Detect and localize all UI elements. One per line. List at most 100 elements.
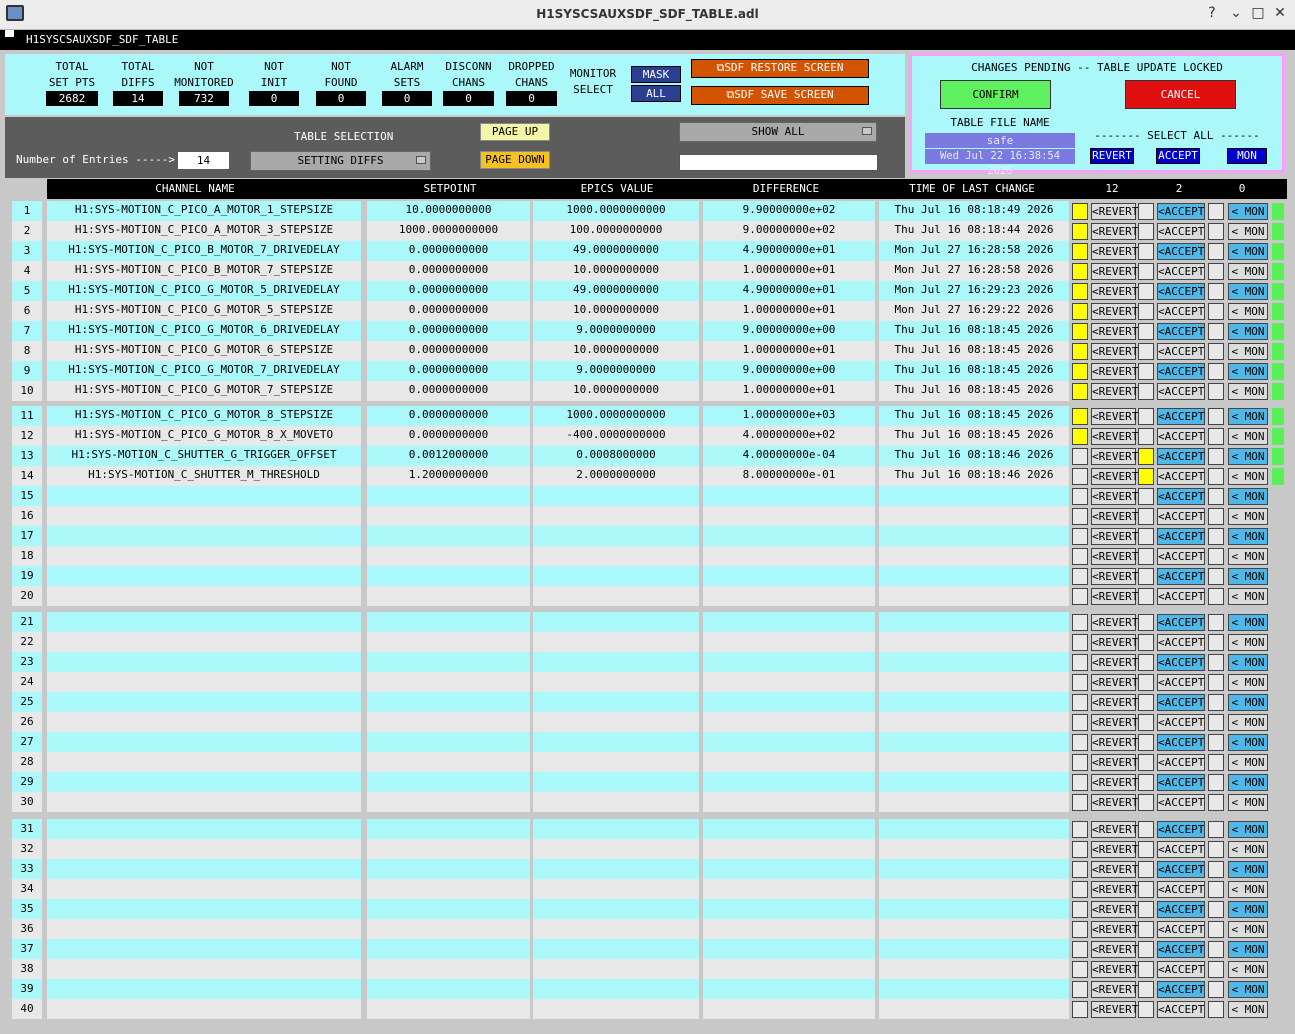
mon-checkbox[interactable] bbox=[1208, 614, 1224, 631]
revert-button[interactable]: <REVERT bbox=[1091, 754, 1138, 771]
accept-button[interactable]: <ACCEPT bbox=[1157, 714, 1205, 731]
revert-button[interactable]: <REVERT bbox=[1091, 243, 1138, 260]
revert-button[interactable]: <REVERT bbox=[1091, 881, 1138, 898]
revert-checkbox[interactable] bbox=[1072, 243, 1088, 260]
accept-button[interactable]: <ACCEPT bbox=[1157, 488, 1205, 505]
accept-checkbox[interactable] bbox=[1138, 468, 1154, 485]
revert-button[interactable]: <REVERT bbox=[1091, 283, 1138, 300]
select-all-accept-button[interactable]: ACCEPT bbox=[1156, 148, 1200, 164]
accept-button[interactable]: <ACCEPT bbox=[1157, 283, 1205, 300]
accept-button[interactable]: <ACCEPT bbox=[1157, 263, 1205, 280]
accept-checkbox[interactable] bbox=[1138, 203, 1154, 220]
mon-button[interactable]: < MON bbox=[1228, 468, 1268, 485]
revert-checkbox[interactable] bbox=[1072, 821, 1088, 838]
revert-checkbox[interactable] bbox=[1072, 528, 1088, 545]
accept-checkbox[interactable] bbox=[1138, 408, 1154, 425]
accept-button[interactable]: <ACCEPT bbox=[1157, 303, 1205, 320]
mon-button[interactable]: < MON bbox=[1228, 734, 1268, 751]
mask-button[interactable]: MASK bbox=[631, 66, 681, 83]
revert-checkbox[interactable] bbox=[1072, 614, 1088, 631]
mon-button[interactable]: < MON bbox=[1228, 861, 1268, 878]
accept-checkbox[interactable] bbox=[1138, 548, 1154, 565]
cancel-button[interactable]: CANCEL bbox=[1125, 80, 1236, 109]
mon-checkbox[interactable] bbox=[1208, 694, 1224, 711]
mon-button[interactable]: < MON bbox=[1228, 774, 1268, 791]
revert-checkbox[interactable] bbox=[1072, 203, 1088, 220]
accept-button[interactable]: <ACCEPT bbox=[1157, 428, 1205, 445]
accept-button[interactable]: <ACCEPT bbox=[1157, 654, 1205, 671]
revert-checkbox[interactable] bbox=[1072, 654, 1088, 671]
revert-checkbox[interactable] bbox=[1072, 881, 1088, 898]
mon-checkbox[interactable] bbox=[1208, 548, 1224, 565]
revert-checkbox[interactable] bbox=[1072, 383, 1088, 400]
revert-button[interactable]: <REVERT bbox=[1091, 714, 1138, 731]
accept-checkbox[interactable] bbox=[1138, 614, 1154, 631]
mon-checkbox[interactable] bbox=[1208, 568, 1224, 585]
revert-checkbox[interactable] bbox=[1072, 714, 1088, 731]
mon-checkbox[interactable] bbox=[1208, 203, 1224, 220]
accept-button[interactable]: <ACCEPT bbox=[1157, 734, 1205, 751]
mon-checkbox[interactable] bbox=[1208, 861, 1224, 878]
mon-button[interactable]: < MON bbox=[1228, 981, 1268, 998]
revert-checkbox[interactable] bbox=[1072, 981, 1088, 998]
revert-button[interactable]: <REVERT bbox=[1091, 263, 1138, 280]
mon-button[interactable]: < MON bbox=[1228, 343, 1268, 360]
revert-button[interactable]: <REVERT bbox=[1091, 1001, 1138, 1018]
accept-checkbox[interactable] bbox=[1138, 323, 1154, 340]
mon-button[interactable]: < MON bbox=[1228, 1001, 1268, 1018]
accept-checkbox[interactable] bbox=[1138, 794, 1154, 811]
mon-button[interactable]: < MON bbox=[1228, 203, 1268, 220]
revert-button[interactable]: <REVERT bbox=[1091, 694, 1138, 711]
accept-button[interactable]: <ACCEPT bbox=[1157, 841, 1205, 858]
accept-button[interactable]: <ACCEPT bbox=[1157, 448, 1205, 465]
mon-button[interactable]: < MON bbox=[1228, 821, 1268, 838]
mon-checkbox[interactable] bbox=[1208, 263, 1224, 280]
mon-checkbox[interactable] bbox=[1208, 488, 1224, 505]
mon-button[interactable]: < MON bbox=[1228, 508, 1268, 525]
mon-button[interactable]: < MON bbox=[1228, 841, 1268, 858]
revert-button[interactable]: <REVERT bbox=[1091, 734, 1138, 751]
mon-button[interactable]: < MON bbox=[1228, 363, 1268, 380]
accept-checkbox[interactable] bbox=[1138, 263, 1154, 280]
accept-button[interactable]: <ACCEPT bbox=[1157, 674, 1205, 691]
accept-button[interactable]: <ACCEPT bbox=[1157, 1001, 1205, 1018]
revert-checkbox[interactable] bbox=[1072, 861, 1088, 878]
accept-button[interactable]: <ACCEPT bbox=[1157, 881, 1205, 898]
mon-button[interactable]: < MON bbox=[1228, 303, 1268, 320]
revert-button[interactable]: <REVERT bbox=[1091, 614, 1138, 631]
revert-button[interactable]: <REVERT bbox=[1091, 303, 1138, 320]
mon-checkbox[interactable] bbox=[1208, 448, 1224, 465]
mon-checkbox[interactable] bbox=[1208, 794, 1224, 811]
mon-checkbox[interactable] bbox=[1208, 323, 1224, 340]
accept-button[interactable]: <ACCEPT bbox=[1157, 694, 1205, 711]
revert-checkbox[interactable] bbox=[1072, 283, 1088, 300]
accept-button[interactable]: <ACCEPT bbox=[1157, 508, 1205, 525]
mon-checkbox[interactable] bbox=[1208, 881, 1224, 898]
select-all-revert-button[interactable]: REVERT bbox=[1090, 148, 1134, 164]
accept-checkbox[interactable] bbox=[1138, 774, 1154, 791]
revert-button[interactable]: <REVERT bbox=[1091, 363, 1138, 380]
revert-checkbox[interactable] bbox=[1072, 568, 1088, 585]
revert-checkbox[interactable] bbox=[1072, 754, 1088, 771]
revert-checkbox[interactable] bbox=[1072, 694, 1088, 711]
mon-checkbox[interactable] bbox=[1208, 941, 1224, 958]
revert-button[interactable]: <REVERT bbox=[1091, 901, 1138, 918]
mon-button[interactable]: < MON bbox=[1228, 568, 1268, 585]
mon-button[interactable]: < MON bbox=[1228, 901, 1268, 918]
accept-checkbox[interactable] bbox=[1138, 821, 1154, 838]
mon-checkbox[interactable] bbox=[1208, 428, 1224, 445]
revert-button[interactable]: <REVERT bbox=[1091, 588, 1138, 605]
revert-checkbox[interactable] bbox=[1072, 408, 1088, 425]
revert-checkbox[interactable] bbox=[1072, 223, 1088, 240]
mon-checkbox[interactable] bbox=[1208, 408, 1224, 425]
accept-button[interactable]: <ACCEPT bbox=[1157, 794, 1205, 811]
revert-checkbox[interactable] bbox=[1072, 921, 1088, 938]
mon-checkbox[interactable] bbox=[1208, 283, 1224, 300]
filter-input[interactable] bbox=[679, 154, 878, 171]
revert-button[interactable]: <REVERT bbox=[1091, 794, 1138, 811]
revert-checkbox[interactable] bbox=[1072, 508, 1088, 525]
accept-checkbox[interactable] bbox=[1138, 508, 1154, 525]
mon-checkbox[interactable] bbox=[1208, 634, 1224, 651]
accept-checkbox[interactable] bbox=[1138, 841, 1154, 858]
revert-button[interactable]: <REVERT bbox=[1091, 654, 1138, 671]
